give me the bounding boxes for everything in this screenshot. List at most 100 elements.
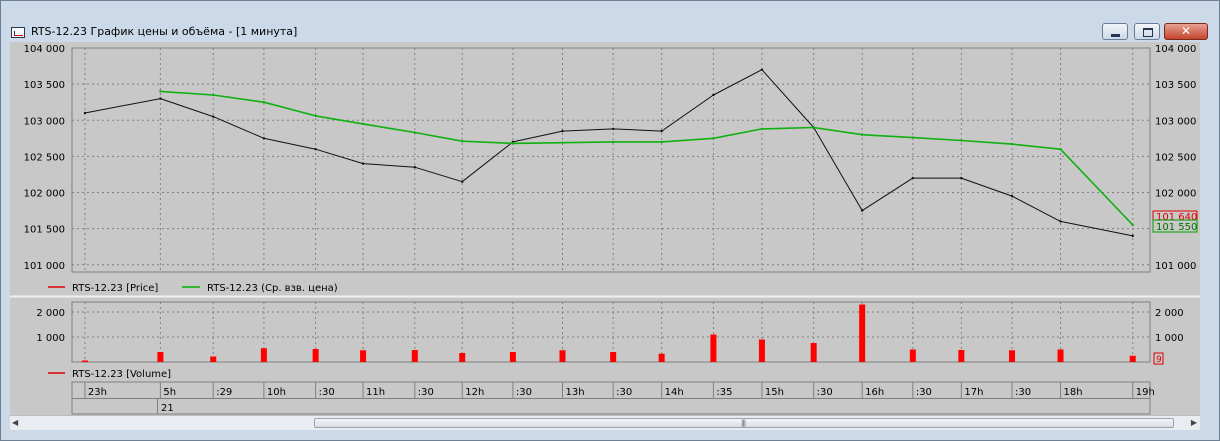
price-y-axis-left: 104 000 103 500 103 000 102 500 102 000 101 5… bbox=[24, 44, 65, 272]
time-tick-label: 11h bbox=[366, 387, 385, 398]
time-tick-label: 19h bbox=[1136, 387, 1155, 398]
price-y-tick-label: 101 000 bbox=[24, 261, 65, 272]
price-point bbox=[611, 127, 615, 131]
vwap-point bbox=[262, 100, 266, 104]
price-y-tick-label: 103 000 bbox=[24, 116, 65, 127]
vwap-point bbox=[413, 131, 417, 134]
last-volume-label: 9 bbox=[1156, 355, 1162, 365]
vwap-point bbox=[712, 137, 715, 140]
volume-y-tick-label: 2 000 bbox=[1155, 308, 1184, 319]
price-y-tick-label: 102 500 bbox=[24, 152, 65, 163]
price-volume-chart[interactable]: 104 000 103 500 103 000 102 500 102 000 101 5… bbox=[10, 42, 1200, 415]
minimize-button[interactable] bbox=[1102, 23, 1128, 40]
vwap-point bbox=[812, 126, 815, 129]
price-point bbox=[712, 93, 715, 97]
vwap-point bbox=[361, 122, 365, 126]
close-button[interactable]: ✕ bbox=[1164, 23, 1208, 40]
price-point bbox=[760, 68, 764, 71]
price-y-tick-label: 104 000 bbox=[24, 44, 65, 55]
volume-bar bbox=[459, 353, 466, 362]
price-y-tick-label: 102 000 bbox=[24, 189, 65, 200]
time-tick-label: 5h bbox=[163, 387, 176, 398]
vwap-point bbox=[911, 136, 915, 139]
volume-y-tick-label: 2 000 bbox=[36, 308, 65, 319]
time-tick-label: :30 bbox=[319, 387, 335, 398]
time-tick-label: :30 bbox=[616, 387, 632, 398]
legend-volume-label: RTS-12.23 [Volume] bbox=[72, 369, 171, 380]
vwap-point bbox=[461, 140, 464, 143]
volume-y-axis-right: 2 000 1 000 bbox=[1155, 308, 1184, 344]
volume-bar bbox=[810, 343, 817, 362]
date-label: 21 bbox=[161, 403, 174, 414]
volume-bar bbox=[1129, 355, 1136, 362]
price-y-tick-label: 101 500 bbox=[24, 225, 65, 236]
price-y-tick-label: 104 000 bbox=[1155, 44, 1196, 55]
volume-y-tick-label: 1 000 bbox=[36, 333, 65, 344]
volume-bar bbox=[360, 350, 367, 362]
volume-bar bbox=[210, 356, 217, 362]
chart-area[interactable]: 104 000 103 500 103 000 102 500 102 000 101 5… bbox=[10, 42, 1200, 430]
price-plot-background bbox=[71, 47, 1151, 273]
time-tick-label: :30 bbox=[418, 387, 434, 398]
price-point bbox=[1131, 234, 1134, 238]
price-point bbox=[660, 129, 663, 133]
vwap-point bbox=[960, 139, 963, 142]
vwap-point bbox=[159, 90, 162, 93]
time-tick-label: 17h bbox=[964, 387, 983, 398]
vwap-point bbox=[561, 141, 564, 144]
vwap-point bbox=[1059, 147, 1062, 151]
price-point bbox=[561, 129, 564, 133]
price-y-tick-label: 103 000 bbox=[1155, 116, 1196, 127]
price-point bbox=[960, 176, 963, 180]
volume-bar bbox=[1009, 350, 1016, 362]
price-y-axis-right: 104 000 103 500 103 000 102 500 102 000 101 5… bbox=[1155, 44, 1196, 272]
scroll-right-icon[interactable]: ▶ bbox=[1191, 418, 1197, 427]
chart-app-icon bbox=[11, 27, 25, 38]
volume-bar bbox=[958, 350, 965, 362]
maximize-button[interactable] bbox=[1134, 23, 1160, 40]
price-point bbox=[212, 115, 215, 118]
price-point bbox=[314, 147, 317, 151]
price-point bbox=[1059, 220, 1062, 223]
vwap-point bbox=[1131, 223, 1134, 227]
volume-bar bbox=[710, 334, 717, 362]
title-bar[interactable]: RTS-12.23 График цены и объёма - [1 мину… bbox=[1, 1, 1219, 41]
price-point bbox=[262, 137, 266, 140]
volume-bar bbox=[260, 348, 267, 362]
price-y-tick-label: 102 000 bbox=[1155, 189, 1196, 200]
time-tick-label: :30 bbox=[916, 387, 932, 398]
price-point bbox=[159, 97, 162, 100]
volume-bar bbox=[312, 349, 319, 362]
time-tick-label: :30 bbox=[817, 387, 833, 398]
vwap-point bbox=[511, 142, 515, 145]
price-y-tick-label: 102 500 bbox=[1155, 152, 1196, 163]
time-tick-label: 16h bbox=[865, 387, 884, 398]
time-tick-label: 10h bbox=[267, 387, 286, 398]
vwap-point bbox=[660, 140, 663, 144]
price-y-tick-label: 103 500 bbox=[1155, 80, 1196, 91]
volume-bar bbox=[1057, 349, 1064, 362]
volume-y-axis-left: 2 000 1 000 bbox=[36, 308, 65, 344]
time-tick-label: 23h bbox=[88, 387, 107, 398]
price-y-tick-label: 101 000 bbox=[1155, 261, 1196, 272]
legend-price-label: RTS-12.23 [Price] bbox=[72, 283, 158, 294]
time-tick-label: :30 bbox=[1015, 387, 1031, 398]
horizontal-scrollbar[interactable]: ◀ ||| ▶ bbox=[10, 415, 1200, 430]
price-point bbox=[83, 111, 87, 115]
volume-bar bbox=[859, 304, 866, 362]
legend-vwap-label: RTS-12.23 (Ср. взв. цена) bbox=[207, 283, 338, 294]
scroll-left-icon[interactable]: ◀ bbox=[12, 418, 18, 427]
close-icon: ✕ bbox=[1180, 24, 1192, 38]
volume-bar bbox=[157, 352, 164, 362]
time-tick-label: 14h bbox=[665, 387, 684, 398]
volume-bar bbox=[658, 353, 665, 362]
price-y-tick-label: 103 500 bbox=[24, 80, 65, 91]
vwap-point bbox=[611, 140, 615, 144]
scroll-thumb[interactable]: ||| bbox=[314, 418, 1174, 428]
time-tick-label: 13h bbox=[565, 387, 584, 398]
price-point bbox=[413, 166, 417, 169]
volume-bar bbox=[610, 352, 617, 362]
volume-bar bbox=[559, 350, 566, 362]
window-title: RTS-12.23 График цены и объёма - [1 мину… bbox=[31, 25, 298, 38]
time-tick-label: :29 bbox=[216, 387, 232, 398]
